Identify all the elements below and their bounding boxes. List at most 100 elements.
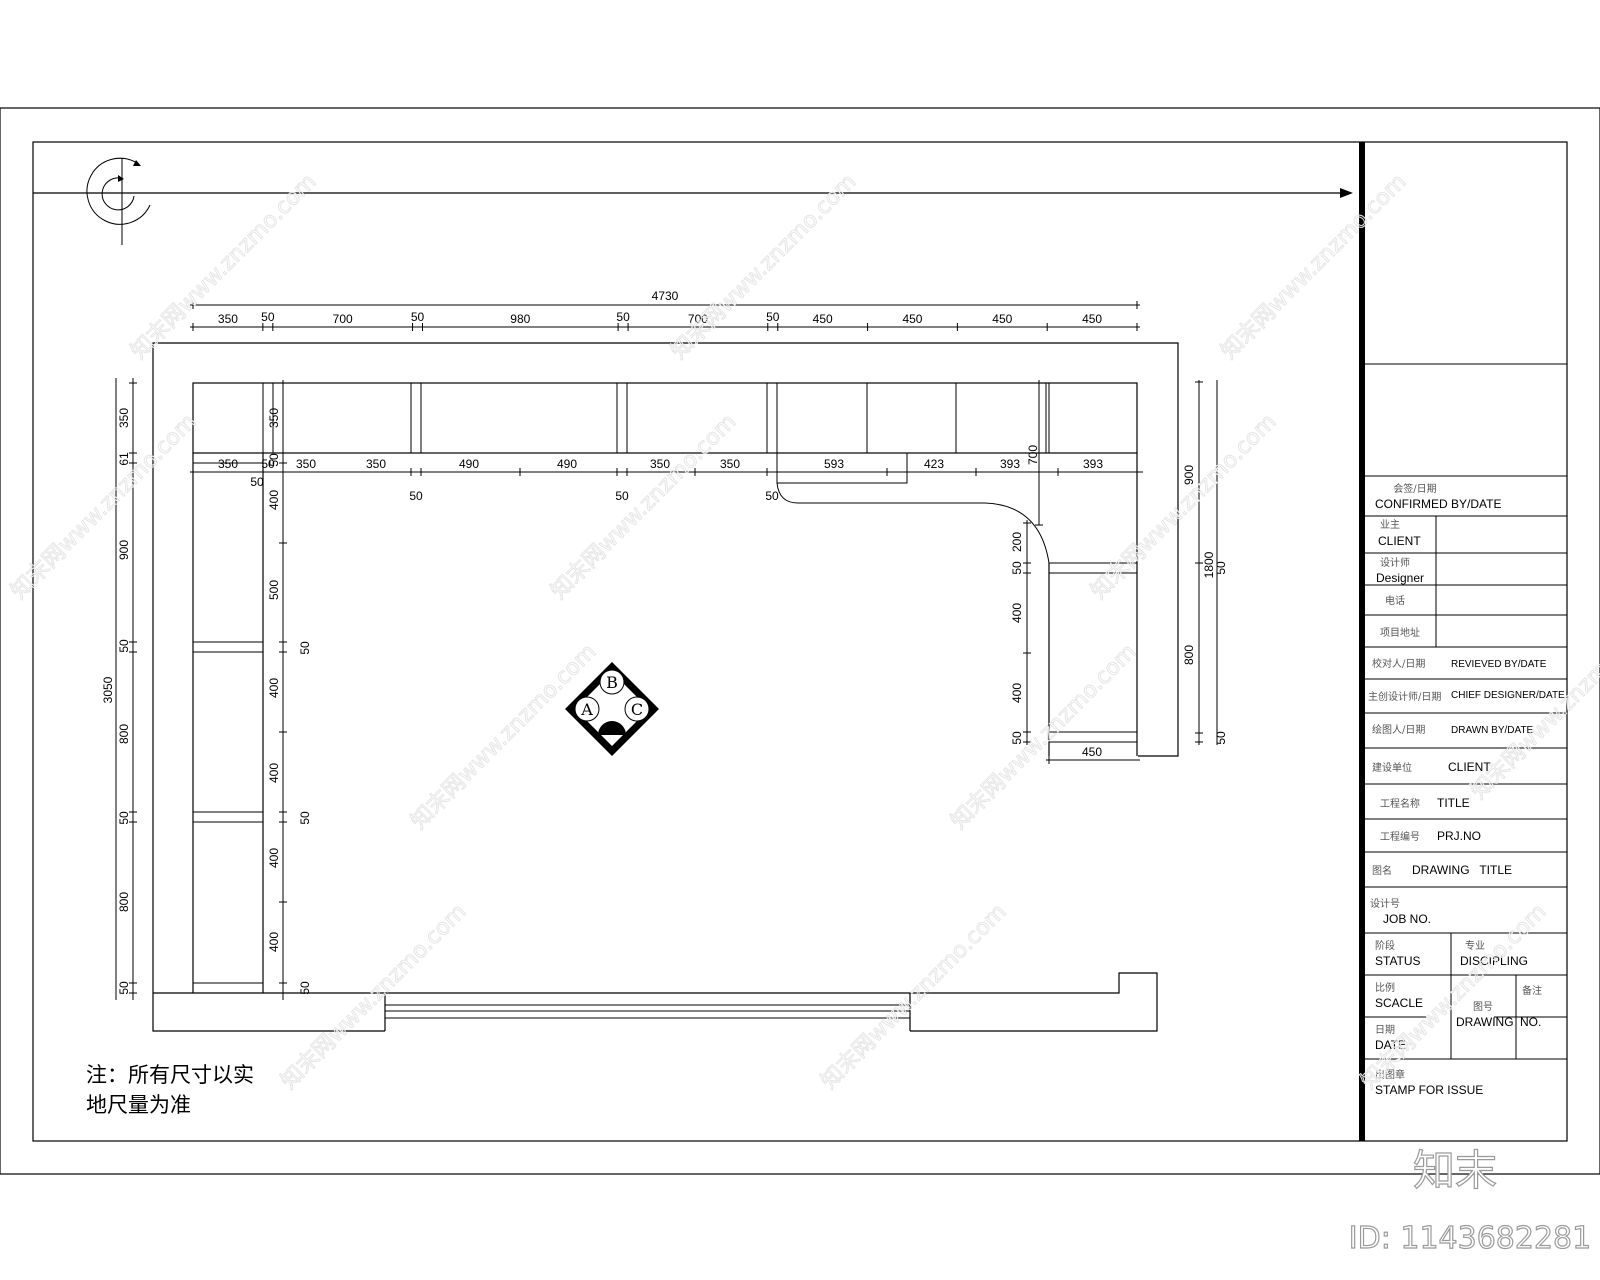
overall-depth-label: 3050 bbox=[101, 676, 115, 703]
build-unit-cn-label: 建设单位 bbox=[1372, 761, 1412, 774]
dimension-label: 400 bbox=[267, 932, 281, 952]
dimension-label: 450 bbox=[902, 312, 922, 326]
reviewed-label: REVIEVED BY/DATE bbox=[1451, 659, 1547, 670]
no-label: NO. bbox=[1520, 1015, 1541, 1029]
wall-cabinets bbox=[192, 382, 1138, 454]
dimension-label: 400 bbox=[267, 490, 281, 510]
rotation-icon bbox=[86, 157, 151, 245]
dimension-label: 500 bbox=[267, 580, 281, 600]
client-label: CLIENT bbox=[1378, 534, 1421, 548]
note-line-2: 地尺量为准 bbox=[86, 1093, 191, 1117]
id-watermark: ID: 1143682281 bbox=[1349, 1221, 1591, 1256]
drawn-cn-label: 绘图人/日期 bbox=[1372, 723, 1425, 736]
proj-name-label: TITLE bbox=[1437, 796, 1470, 810]
note-line-1: 注：所有尺寸以实 bbox=[86, 1063, 254, 1087]
drawing-name-label: DRAWING TITLE bbox=[1412, 863, 1512, 877]
corner-depth-label: 700 bbox=[1026, 445, 1040, 465]
inner-below-label: 50 bbox=[765, 489, 779, 503]
reviewed-cn-label: 校对人/日期 bbox=[1372, 657, 1425, 670]
dimension-label: 450 bbox=[813, 312, 833, 326]
right-label: C bbox=[631, 700, 643, 719]
watermark-text: 知末网www.znzmo.com bbox=[1217, 169, 1412, 364]
dimension-label: 50 bbox=[117, 639, 131, 653]
proj-no-cn-label: 工程编号 bbox=[1380, 830, 1420, 843]
dimension-label: 50 bbox=[261, 310, 275, 324]
dimension-label: 50 bbox=[117, 811, 131, 825]
dimension-label: 490 bbox=[557, 457, 577, 471]
top-dimension: 4730 350 50 700 50 980 50 700 50 450 450 450 450 bbox=[190, 289, 1140, 331]
10-label: 50 bbox=[298, 981, 312, 995]
stamp-label: STAMP FOR ISSUE bbox=[1375, 1083, 1483, 1097]
watermark-text: 知末网www.znzmo.com bbox=[1087, 409, 1282, 604]
dimension-label: 350 bbox=[218, 457, 238, 471]
designer-label: Designer bbox=[1376, 571, 1424, 585]
dimension-label: 700 bbox=[333, 312, 353, 326]
drawing-no-label: DRAWING bbox=[1456, 1015, 1514, 1029]
proj-name-cn-label: 工程名称 bbox=[1380, 797, 1420, 810]
1-label: 800 bbox=[1182, 645, 1196, 665]
watermark-text: 知末网www.znzmo.com bbox=[947, 639, 1142, 834]
dimension-label: 393 bbox=[1083, 457, 1103, 471]
3-label: 400 bbox=[1010, 683, 1024, 703]
dimension-label: 350 bbox=[366, 457, 386, 471]
dimension-label: 450 bbox=[1082, 312, 1102, 326]
dimension-label: 50 bbox=[411, 310, 425, 324]
status-cn-label: 阶段 bbox=[1375, 939, 1395, 952]
watermark-text: 知末网www.znzmo.com bbox=[1467, 609, 1600, 804]
dimension-label: 423 bbox=[924, 457, 944, 471]
dimension-label: 350 bbox=[267, 408, 281, 428]
watermark-text: 知末网www.znzmo.com bbox=[127, 169, 322, 364]
dimension-label: 900 bbox=[117, 540, 131, 560]
watermark-text: 知末网www.znzmo.com bbox=[667, 169, 862, 364]
dimension-label: 393 bbox=[1000, 457, 1020, 471]
watermark-text: 知末网www.znzmo.com bbox=[407, 639, 602, 834]
dimension-label: 400 bbox=[267, 848, 281, 868]
chief-cn-label: 主创设计师/日期 bbox=[1368, 690, 1441, 703]
wall-outline bbox=[152, 342, 1179, 1032]
scale-label: SCACLE bbox=[1375, 996, 1423, 1010]
dimension-label: 350 bbox=[720, 457, 740, 471]
status-label: STATUS bbox=[1375, 954, 1421, 968]
no-cn-label: 备注 bbox=[1522, 984, 1542, 997]
2-label: 50 bbox=[1214, 561, 1228, 575]
watermark-text: 知末网www.znzmo.com bbox=[7, 409, 202, 604]
dimension-label: 400 bbox=[267, 763, 281, 783]
date-cn-label: 日期 bbox=[1375, 1024, 1395, 1036]
dimension-label: 50 bbox=[766, 310, 780, 324]
right-dimension: 900 800 1800 50 50 bbox=[1182, 380, 1228, 745]
project-addr-cn-label: 项目地址 bbox=[1380, 626, 1420, 639]
dimension-label: 490 bbox=[459, 457, 479, 471]
cad-drawing: 4730 350 50 700 50 980 50 700 50 450 450 450 450 35… bbox=[0, 107, 1600, 1257]
drawing-name-cn-label: 图名 bbox=[1372, 864, 1392, 877]
client-cn-label: 业主 bbox=[1380, 519, 1400, 531]
chief-label: CHIEF DESIGNER/DATE bbox=[1451, 690, 1565, 701]
inner-below-label: 50 bbox=[250, 475, 264, 489]
watermark-text: 知末网www.znzmo.com bbox=[547, 409, 742, 604]
brand-watermark: 知末 bbox=[1413, 1146, 1497, 1195]
designer-cn-label: 设计师 bbox=[1380, 556, 1410, 569]
1-label: 50 bbox=[1010, 561, 1024, 575]
left-label: A bbox=[580, 700, 593, 719]
scale-cn-label: 比例 bbox=[1375, 981, 1395, 994]
dimension-label: 50 bbox=[267, 453, 281, 467]
dimension-label: 350 bbox=[117, 408, 131, 428]
watermark-text: 知末网www.znzmo.com bbox=[817, 899, 1012, 1094]
7-label: 50 bbox=[298, 811, 312, 825]
bottom-label: 450 bbox=[1082, 745, 1102, 759]
top-label: B bbox=[606, 673, 618, 692]
0-label: 200 bbox=[1010, 532, 1024, 552]
dimension-label: 450 bbox=[992, 312, 1012, 326]
dimension-label: 50 bbox=[616, 310, 630, 324]
phone-cn-label: 电话 bbox=[1385, 594, 1405, 607]
dimension-label: 980 bbox=[510, 312, 530, 326]
left-inner-dimension: 350 50 400 500 400 400 400 400 50 50 50 bbox=[267, 380, 312, 1000]
dimension-label: 350 bbox=[296, 457, 316, 471]
dimension-label: 800 bbox=[117, 892, 131, 912]
proj-no-label: PRJ.NO bbox=[1437, 829, 1481, 843]
confirmed-label: CONFIRMED BY/DATE bbox=[1375, 497, 1501, 511]
inner-below-label: 50 bbox=[409, 489, 423, 503]
2-label: 400 bbox=[1010, 603, 1024, 623]
dimension-label: 593 bbox=[824, 457, 844, 471]
drawing-no-cn-label: 图号 bbox=[1473, 1001, 1493, 1013]
3-label: 50 bbox=[1214, 731, 1228, 745]
